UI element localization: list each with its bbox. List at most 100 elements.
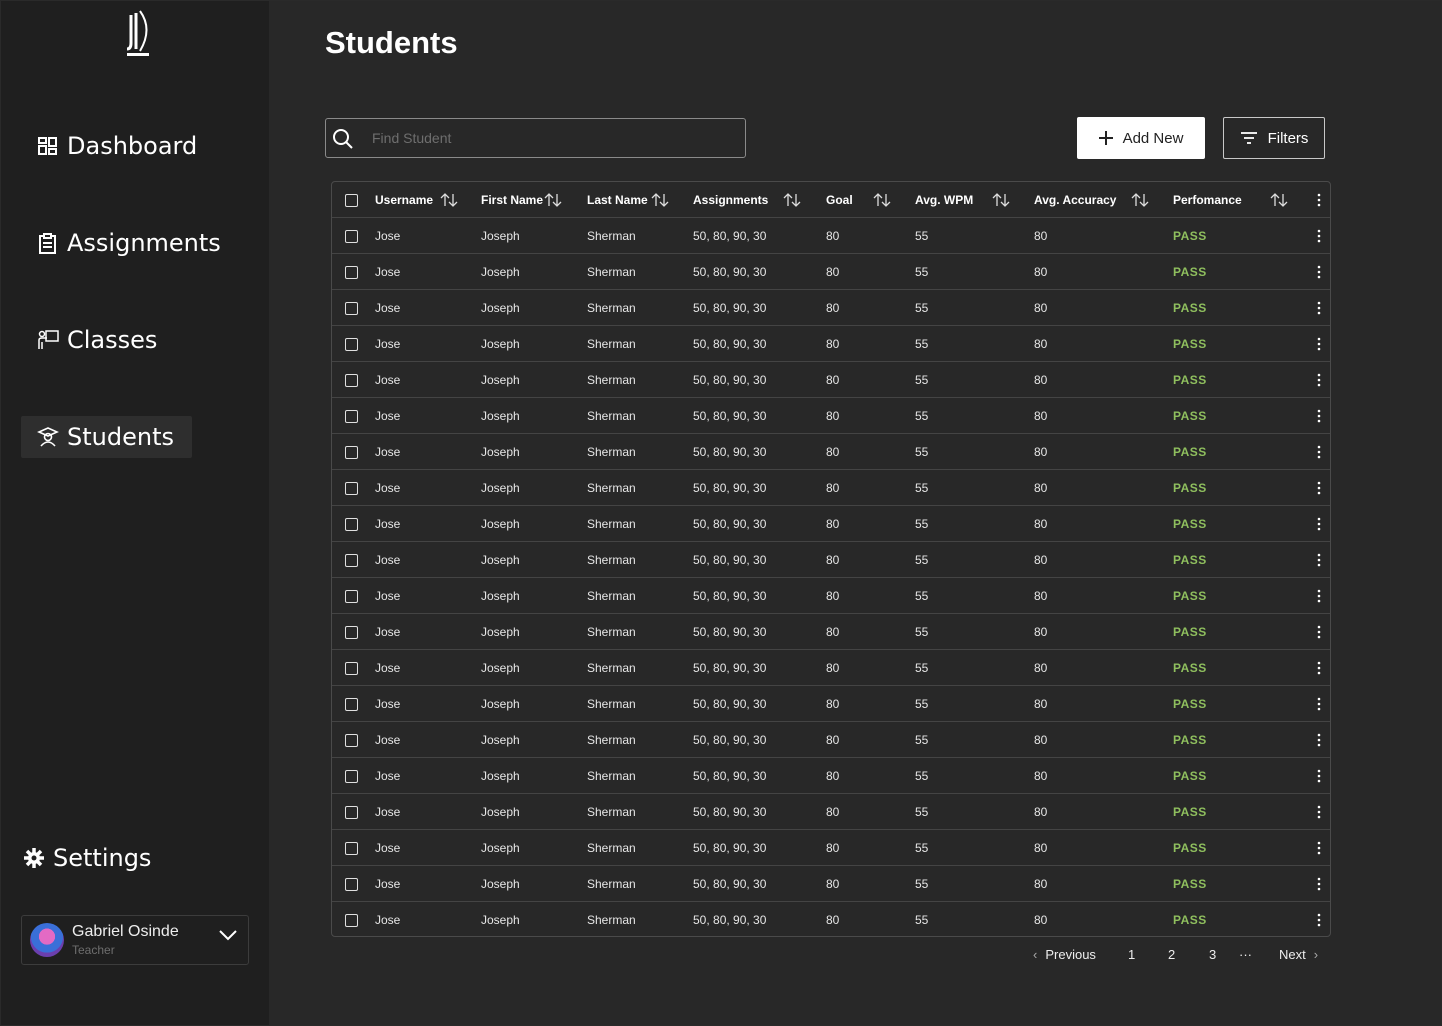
sort-icon[interactable] xyxy=(1131,193,1149,207)
row-checkbox[interactable] xyxy=(345,409,358,423)
table-row[interactable]: Jose Joseph Sherman 50, 80, 90, 30 80 55 80 PAS… xyxy=(332,506,1330,542)
pagination-previous[interactable]: ‹ Previous xyxy=(1033,945,1096,963)
row-checkbox[interactable] xyxy=(345,337,358,351)
more-options-icon[interactable] xyxy=(1316,551,1322,569)
sort-icon[interactable] xyxy=(1270,193,1288,207)
table-row[interactable]: Jose Joseph Sherman 50, 80, 90, 30 80 55 80 PAS… xyxy=(332,902,1330,936)
sidebar-item-dashboard[interactable]: Dashboard xyxy=(21,125,213,167)
table-row[interactable]: Jose Joseph Sherman 50, 80, 90, 30 80 55 80 PAS… xyxy=(332,398,1330,434)
column-header-avg-wpm[interactable]: Avg. WPM xyxy=(915,182,973,218)
more-options-icon[interactable] xyxy=(1316,911,1322,929)
search-input[interactable] xyxy=(372,130,732,146)
cell-assignments: 50, 80, 90, 30 xyxy=(693,625,767,639)
row-checkbox[interactable] xyxy=(345,661,358,675)
sort-icon[interactable] xyxy=(440,193,458,207)
table-row[interactable]: Jose Joseph Sherman 50, 80, 90, 30 80 55 80 PAS… xyxy=(332,686,1330,722)
row-checkbox[interactable] xyxy=(345,229,358,243)
table-row[interactable]: Jose Joseph Sherman 50, 80, 90, 30 80 55 80 PAS… xyxy=(332,650,1330,686)
cell-username: Jose xyxy=(375,589,401,603)
more-options-icon[interactable] xyxy=(1316,371,1322,389)
select-all-checkbox[interactable] xyxy=(345,193,358,207)
column-header-first-name[interactable]: First Name xyxy=(481,182,543,218)
more-options-icon[interactable] xyxy=(1316,335,1322,353)
column-header-last-name[interactable]: Last Name xyxy=(587,182,648,218)
table-row[interactable]: Jose Joseph Sherman 50, 80, 90, 30 80 55 80 PAS… xyxy=(332,326,1330,362)
table-row[interactable]: Jose Joseph Sherman 50, 80, 90, 30 80 55 80 PAS… xyxy=(332,722,1330,758)
cell-assignments: 50, 80, 90, 30 xyxy=(693,769,767,783)
more-options-icon[interactable] xyxy=(1316,623,1322,641)
row-checkbox[interactable] xyxy=(345,877,358,891)
more-options-icon[interactable] xyxy=(1316,227,1322,245)
table-row[interactable]: Jose Joseph Sherman 50, 80, 90, 30 80 55 80 PAS… xyxy=(332,866,1330,902)
row-checkbox[interactable] xyxy=(345,625,358,639)
column-header-performance[interactable]: Perfomance xyxy=(1173,182,1242,218)
sort-icon[interactable] xyxy=(544,193,562,207)
table-row[interactable]: Jose Joseph Sherman 50, 80, 90, 30 80 55 80 PAS… xyxy=(332,830,1330,866)
more-options-icon[interactable] xyxy=(1316,263,1322,281)
column-header-assignments[interactable]: Assignments xyxy=(693,182,768,218)
table-row[interactable]: Jose Joseph Sherman 50, 80, 90, 30 80 55 80 PAS… xyxy=(332,290,1330,326)
filters-button[interactable]: Filters xyxy=(1223,117,1325,159)
user-profile-menu[interactable]: Gabriel Osinde Teacher xyxy=(21,915,249,965)
table-row[interactable]: Jose Joseph Sherman 50, 80, 90, 30 80 55 80 PAS… xyxy=(332,218,1330,254)
table-row[interactable]: Jose Joseph Sherman 50, 80, 90, 30 80 55 80 PAS… xyxy=(332,758,1330,794)
table-row[interactable]: Jose Joseph Sherman 50, 80, 90, 30 80 55 80 PAS… xyxy=(332,614,1330,650)
row-checkbox[interactable] xyxy=(345,841,358,855)
more-options-icon[interactable] xyxy=(1316,731,1322,749)
table-row[interactable]: Jose Joseph Sherman 50, 80, 90, 30 80 55 80 PAS… xyxy=(332,578,1330,614)
row-checkbox[interactable] xyxy=(345,805,358,819)
sort-icon[interactable] xyxy=(992,193,1010,207)
more-options-icon[interactable] xyxy=(1316,659,1322,677)
settings-button[interactable]: Settings xyxy=(23,844,151,872)
sidebar-item-students[interactable]: Students xyxy=(21,416,192,458)
pagination-next[interactable]: Next › xyxy=(1279,945,1318,963)
more-options-icon[interactable] xyxy=(1316,695,1322,713)
row-checkbox[interactable] xyxy=(345,517,358,531)
add-new-button[interactable]: Add New xyxy=(1077,117,1205,159)
cell-goal: 80 xyxy=(826,589,840,603)
pagination-page-1[interactable]: 1 xyxy=(1128,945,1135,963)
pagination-page-2[interactable]: 2 xyxy=(1168,945,1175,963)
table-row[interactable]: Jose Joseph Sherman 50, 80, 90, 30 80 55 80 PAS… xyxy=(332,254,1330,290)
more-options-icon[interactable] xyxy=(1316,443,1322,461)
sort-icon[interactable] xyxy=(783,193,801,207)
more-options-icon[interactable] xyxy=(1316,803,1322,821)
more-options-icon[interactable] xyxy=(1316,479,1322,497)
sort-icon[interactable] xyxy=(873,193,891,207)
more-options-icon[interactable] xyxy=(1316,875,1322,893)
more-options-icon[interactable] xyxy=(1316,767,1322,785)
more-options-icon[interactable] xyxy=(1316,587,1322,605)
table-row[interactable]: Jose Joseph Sherman 50, 80, 90, 30 80 55 80 PAS… xyxy=(332,794,1330,830)
row-checkbox[interactable] xyxy=(345,733,358,747)
column-header-username[interactable]: Username xyxy=(375,182,433,218)
cell-goal: 80 xyxy=(826,445,840,459)
cell-username: Jose xyxy=(375,409,401,423)
pagination-page-3[interactable]: 3 xyxy=(1209,945,1216,963)
row-checkbox[interactable] xyxy=(345,373,358,387)
column-header-goal[interactable]: Goal xyxy=(826,182,853,218)
more-options-icon[interactable] xyxy=(1316,839,1322,857)
table-row[interactable]: Jose Joseph Sherman 50, 80, 90, 30 80 55 80 PAS… xyxy=(332,434,1330,470)
row-checkbox[interactable] xyxy=(345,589,358,603)
table-row[interactable]: Jose Joseph Sherman 50, 80, 90, 30 80 55 80 PAS… xyxy=(332,362,1330,398)
row-checkbox[interactable] xyxy=(345,445,358,459)
row-checkbox[interactable] xyxy=(345,553,358,567)
more-options-icon[interactable] xyxy=(1316,191,1322,209)
row-checkbox[interactable] xyxy=(345,769,358,783)
sort-icon[interactable] xyxy=(651,193,669,207)
chevron-down-icon[interactable] xyxy=(218,928,238,942)
row-checkbox[interactable] xyxy=(345,481,358,495)
row-checkbox[interactable] xyxy=(345,697,358,711)
sidebar-item-classes[interactable]: Classes xyxy=(21,319,173,361)
row-checkbox[interactable] xyxy=(345,301,358,315)
column-header-avg-accuracy[interactable]: Avg. Accuracy xyxy=(1034,182,1116,218)
row-checkbox[interactable] xyxy=(345,265,358,279)
table-row[interactable]: Jose Joseph Sherman 50, 80, 90, 30 80 55 80 PAS… xyxy=(332,470,1330,506)
more-options-icon[interactable] xyxy=(1316,515,1322,533)
more-options-icon[interactable] xyxy=(1316,407,1322,425)
table-row[interactable]: Jose Joseph Sherman 50, 80, 90, 30 80 55 80 PAS… xyxy=(332,542,1330,578)
more-options-icon[interactable] xyxy=(1316,299,1322,317)
row-checkbox[interactable] xyxy=(345,913,358,927)
sidebar-item-assignments[interactable]: Assignments xyxy=(21,222,237,264)
checkbox-cell xyxy=(345,902,358,936)
